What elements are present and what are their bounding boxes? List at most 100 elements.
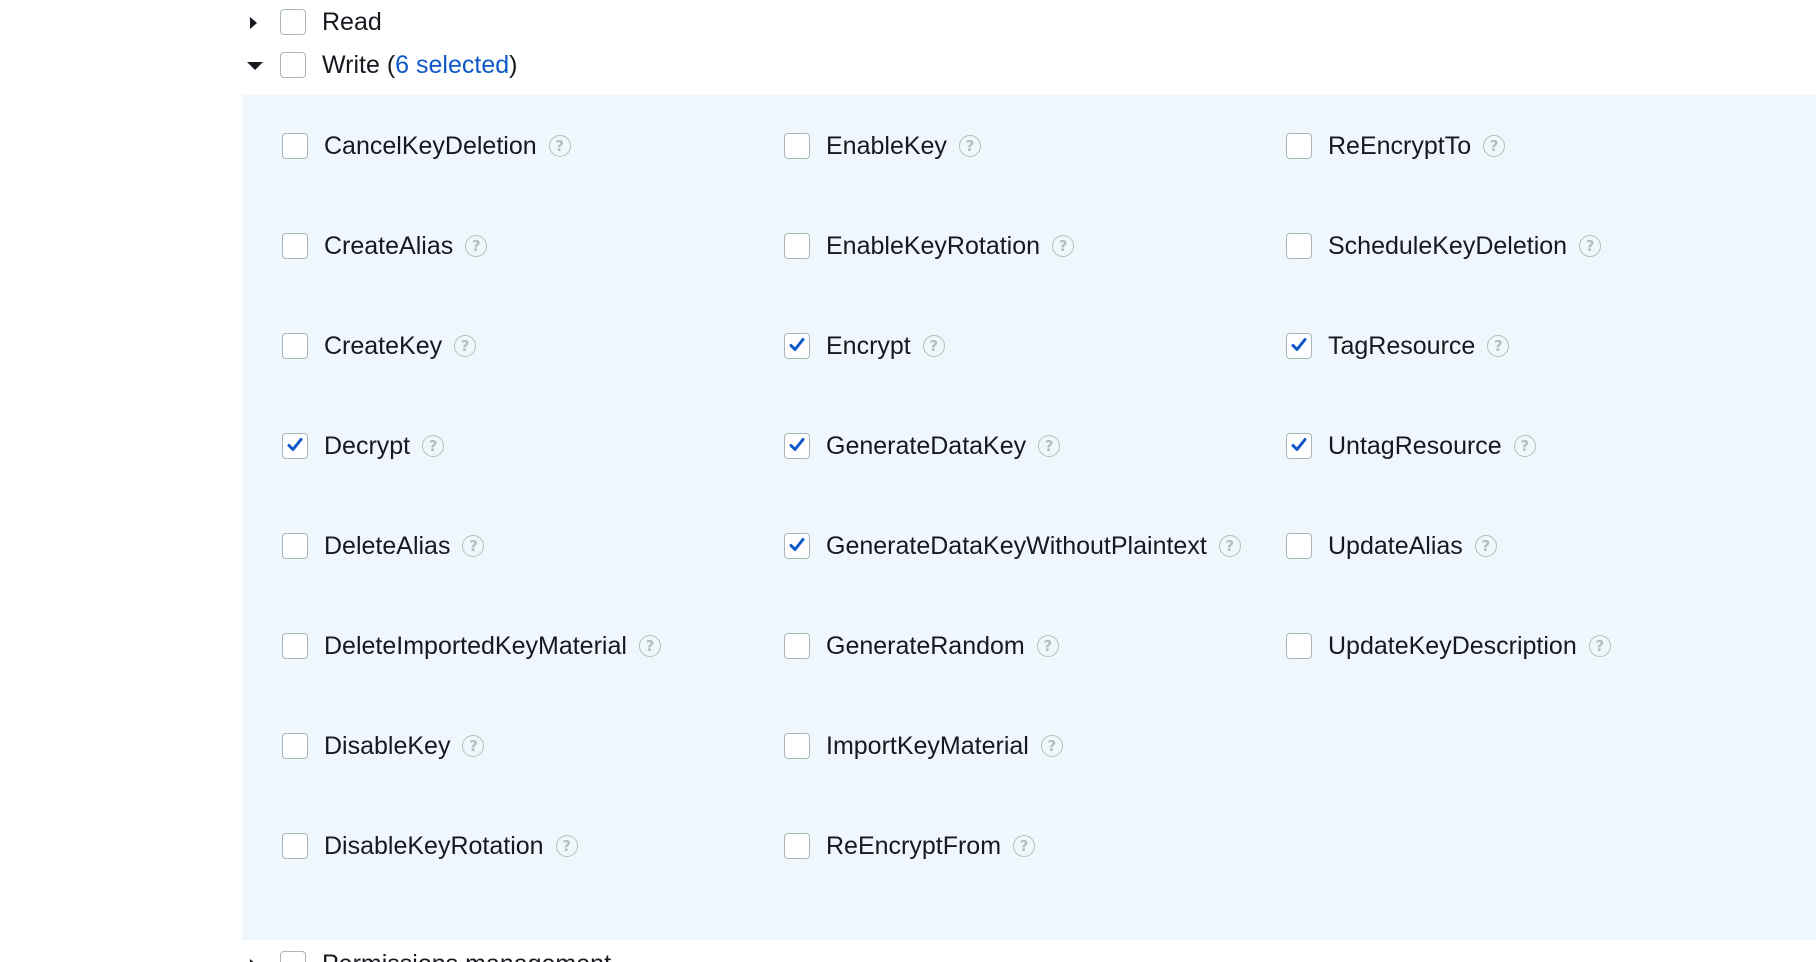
- tag-resource-checkbox[interactable]: [1286, 333, 1312, 359]
- action-item-disable-key[interactable]: DisableKey?: [282, 731, 784, 761]
- access-level-permissions-management[interactable]: Permissions management: [246, 944, 611, 962]
- create-key-checkbox[interactable]: [282, 333, 308, 359]
- enable-key-checkbox[interactable]: [784, 133, 810, 159]
- help-icon[interactable]: ?: [462, 535, 485, 557]
- action-item-encrypt[interactable]: Encrypt?: [784, 331, 1286, 361]
- help-icon[interactable]: ?: [1483, 135, 1506, 157]
- delete-imported-key-material-checkbox[interactable]: [282, 633, 308, 659]
- access-level-write[interactable]: Write (6 selected): [246, 45, 517, 85]
- help-icon[interactable]: ?: [638, 635, 661, 657]
- enable-key-rotation-checkbox[interactable]: [784, 233, 810, 259]
- help-icon[interactable]: ?: [1474, 535, 1497, 557]
- help-icon[interactable]: ?: [1013, 835, 1036, 857]
- caret-right-icon[interactable]: [246, 957, 260, 962]
- action-label: EnableKey: [826, 131, 947, 160]
- action-item-delete-imported-key-material[interactable]: DeleteImportedKeyMaterial?: [282, 631, 784, 661]
- update-alias-checkbox[interactable]: [1286, 533, 1312, 559]
- help-icon[interactable]: ?: [1487, 335, 1510, 357]
- generate-data-key-checkbox[interactable]: [784, 433, 810, 459]
- permissions-management-checkbox[interactable]: [280, 951, 306, 962]
- action-item-generate-data-key-without-plaintext[interactable]: GenerateDataKeyWithoutPlaintext?: [784, 531, 1286, 561]
- action-cell: GenerateDataKey?: [784, 431, 1286, 531]
- action-label: ReEncryptTo: [1328, 131, 1472, 160]
- re-encrypt-to-checkbox[interactable]: [1286, 133, 1312, 159]
- action-item-schedule-key-deletion[interactable]: ScheduleKeyDeletion?: [1286, 231, 1788, 261]
- action-label: UntagResource: [1328, 431, 1502, 460]
- write-label-suffix: ): [509, 50, 518, 79]
- action-cell: Decrypt?: [282, 431, 784, 531]
- action-label: ReEncryptFrom: [826, 831, 1002, 860]
- action-label: CreateKey: [324, 331, 443, 360]
- action-cell: GenerateDataKeyWithoutPlaintext?: [784, 531, 1286, 631]
- help-icon[interactable]: ?: [465, 235, 488, 257]
- action-item-create-key[interactable]: CreateKey?: [282, 331, 784, 361]
- action-item-re-encrypt-from[interactable]: ReEncryptFrom?: [784, 831, 1286, 861]
- action-label: DeleteImportedKeyMaterial: [324, 631, 627, 660]
- action-item-re-encrypt-to[interactable]: ReEncryptTo?: [1286, 131, 1788, 161]
- action-item-disable-key-rotation[interactable]: DisableKeyRotation?: [282, 831, 784, 861]
- action-label: DisableKey: [324, 731, 451, 760]
- help-icon[interactable]: ?: [922, 335, 945, 357]
- read-label: Read: [322, 7, 382, 36]
- action-item-untag-resource[interactable]: UntagResource?: [1286, 431, 1788, 461]
- help-icon[interactable]: ?: [1513, 435, 1536, 457]
- create-alias-checkbox[interactable]: [282, 233, 308, 259]
- action-label: GenerateRandom: [826, 631, 1025, 660]
- generate-data-key-without-plaintext-checkbox[interactable]: [784, 533, 810, 559]
- action-cell: CancelKeyDeletion?: [282, 131, 784, 231]
- decrypt-checkbox[interactable]: [282, 433, 308, 459]
- action-item-decrypt[interactable]: Decrypt?: [282, 431, 784, 461]
- action-label: DisableKeyRotation: [324, 831, 544, 860]
- action-cell: UpdateAlias?: [1286, 531, 1788, 631]
- action-item-update-alias[interactable]: UpdateAlias?: [1286, 531, 1788, 561]
- help-icon[interactable]: ?: [1579, 235, 1602, 257]
- untag-resource-checkbox[interactable]: [1286, 433, 1312, 459]
- help-icon[interactable]: ?: [1040, 735, 1063, 757]
- update-key-description-checkbox[interactable]: [1286, 633, 1312, 659]
- action-label: UpdateAlias: [1328, 531, 1463, 560]
- encrypt-checkbox[interactable]: [784, 333, 810, 359]
- caret-down-icon[interactable]: [246, 58, 263, 72]
- help-icon[interactable]: ?: [1038, 435, 1061, 457]
- action-item-create-alias[interactable]: CreateAlias?: [282, 231, 784, 261]
- disable-key-checkbox[interactable]: [282, 733, 308, 759]
- caret-right-icon[interactable]: [246, 15, 260, 29]
- help-icon[interactable]: ?: [1588, 635, 1611, 657]
- action-label: UpdateKeyDescription: [1328, 631, 1577, 660]
- action-item-generate-random[interactable]: GenerateRandom?: [784, 631, 1286, 661]
- action-item-enable-key-rotation[interactable]: EnableKeyRotation?: [784, 231, 1286, 261]
- action-item-generate-data-key[interactable]: GenerateDataKey?: [784, 431, 1286, 461]
- action-item-tag-resource[interactable]: TagResource?: [1286, 331, 1788, 361]
- permissions-page: Read Write (6 selected) CancelKeyDeletio…: [0, 0, 1816, 962]
- cancel-key-deletion-checkbox[interactable]: [282, 133, 308, 159]
- re-encrypt-from-checkbox[interactable]: [784, 833, 810, 859]
- write-selected-count-link[interactable]: 6 selected: [395, 51, 509, 79]
- action-cell: DeleteAlias?: [282, 531, 784, 631]
- help-icon[interactable]: ?: [454, 335, 477, 357]
- access-level-read[interactable]: Read: [246, 2, 382, 42]
- action-cell: DisableKeyRotation?: [282, 831, 784, 931]
- schedule-key-deletion-checkbox[interactable]: [1286, 233, 1312, 259]
- help-icon[interactable]: ?: [555, 835, 578, 857]
- write-checkbox[interactable]: [280, 52, 306, 78]
- read-checkbox[interactable]: [280, 9, 306, 35]
- disable-key-rotation-checkbox[interactable]: [282, 833, 308, 859]
- help-icon[interactable]: ?: [1052, 235, 1075, 257]
- help-icon[interactable]: ?: [422, 435, 445, 457]
- generate-random-checkbox[interactable]: [784, 633, 810, 659]
- help-icon[interactable]: ?: [958, 135, 981, 157]
- action-item-import-key-material[interactable]: ImportKeyMaterial?: [784, 731, 1286, 761]
- action-label: ScheduleKeyDeletion: [1328, 231, 1568, 260]
- import-key-material-checkbox[interactable]: [784, 733, 810, 759]
- help-icon[interactable]: ?: [1036, 635, 1059, 657]
- help-icon[interactable]: ?: [548, 135, 571, 157]
- help-icon[interactable]: ?: [1218, 535, 1241, 557]
- action-item-update-key-description[interactable]: UpdateKeyDescription?: [1286, 631, 1788, 661]
- delete-alias-checkbox[interactable]: [282, 533, 308, 559]
- action-cell: CreateKey?: [282, 331, 784, 431]
- help-icon[interactable]: ?: [462, 735, 485, 757]
- action-item-cancel-key-deletion[interactable]: CancelKeyDeletion?: [282, 131, 784, 161]
- action-item-delete-alias[interactable]: DeleteAlias?: [282, 531, 784, 561]
- action-cell: UntagResource?: [1286, 431, 1788, 531]
- action-item-enable-key[interactable]: EnableKey?: [784, 131, 1286, 161]
